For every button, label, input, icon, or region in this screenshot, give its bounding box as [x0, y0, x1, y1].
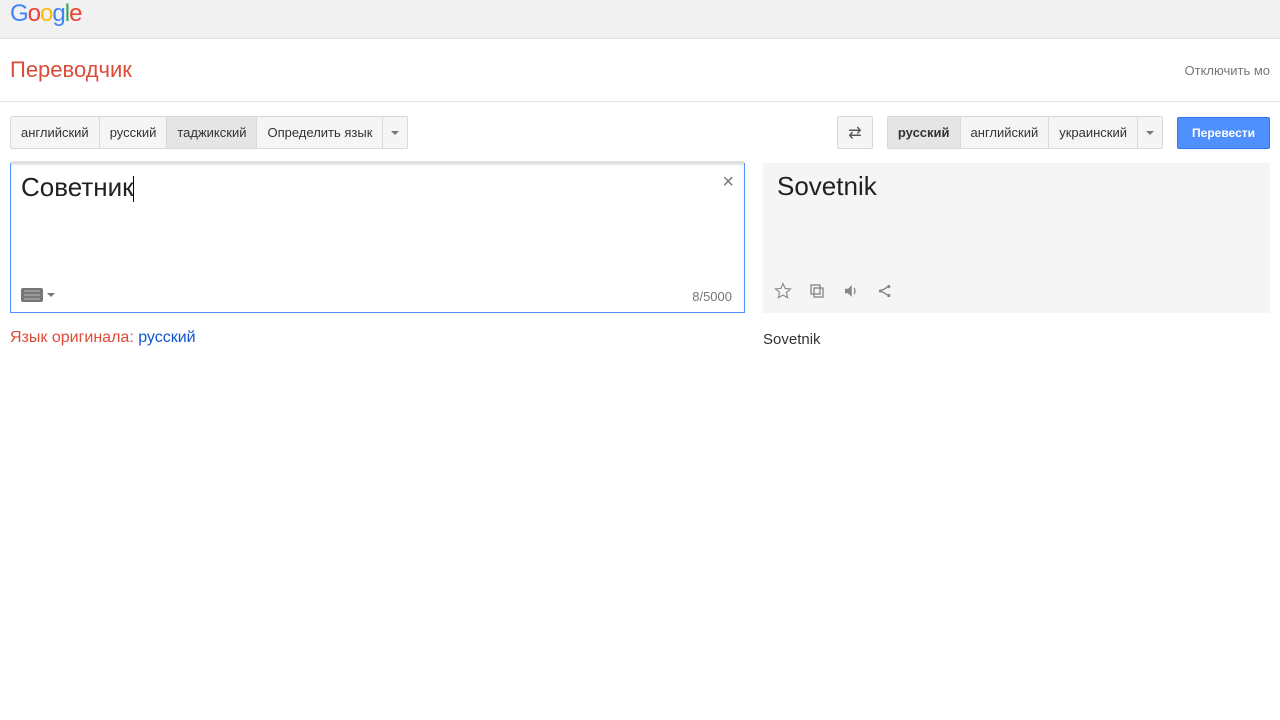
source-lang-option-0[interactable]: английский	[11, 117, 100, 148]
detected-language-notice: Язык оригинала: русский	[10, 329, 745, 347]
source-text-pane: Советник × 8/5000	[10, 163, 745, 313]
source-lang-option-2[interactable]: таджикский	[167, 117, 257, 148]
keyboard-icon	[21, 288, 43, 302]
listen-translation-button[interactable]	[841, 281, 861, 301]
swap-languages-button[interactable]: ⇄	[837, 116, 873, 149]
character-count: 8/5000	[692, 289, 732, 304]
target-lang-option-2[interactable]: украинский	[1049, 117, 1138, 148]
chevron-down-icon	[1146, 131, 1154, 135]
target-lang-option-0[interactable]: русский	[888, 117, 961, 148]
result-actions	[773, 281, 895, 301]
copy-icon	[808, 282, 826, 300]
target-lang-dropdown[interactable]	[1138, 117, 1162, 148]
share-icon	[876, 282, 894, 300]
google-logo[interactable]: Google	[10, 0, 1270, 28]
speaker-icon	[842, 282, 860, 300]
share-translation-button[interactable]	[875, 281, 895, 301]
target-text-pane: Sovetnik	[763, 163, 1270, 313]
close-icon: ×	[722, 171, 734, 193]
source-lang-dropdown[interactable]	[383, 117, 407, 148]
save-translation-button[interactable]	[773, 281, 793, 301]
swap-icon: ⇄	[848, 123, 861, 143]
source-language-group: английский русский таджикский Определить…	[10, 116, 408, 149]
chevron-down-icon	[391, 131, 399, 135]
source-lang-option-1[interactable]: русский	[100, 117, 168, 148]
translate-button[interactable]: Перевести	[1177, 117, 1270, 149]
source-text-input[interactable]: Советник	[21, 172, 708, 203]
translation-result: Sovetnik	[777, 171, 1256, 202]
target-language-group: русский английский украинский	[887, 116, 1163, 149]
copy-translation-button[interactable]	[807, 281, 827, 301]
target-lang-option-1[interactable]: английский	[961, 117, 1050, 148]
detected-language-link[interactable]: русский	[138, 329, 195, 346]
keyboard-input-button[interactable]	[21, 288, 55, 302]
detected-language-label: Язык оригинала:	[10, 329, 138, 346]
star-icon	[774, 282, 792, 300]
transliteration-text: Sovetnik	[763, 329, 1270, 348]
detect-language-button[interactable]: Определить язык	[257, 117, 383, 148]
clear-source-button[interactable]: ×	[722, 172, 734, 192]
chevron-down-icon	[47, 293, 55, 297]
app-title: Переводчик	[10, 57, 132, 83]
disable-instant-link[interactable]: Отключить мо	[1185, 63, 1271, 78]
